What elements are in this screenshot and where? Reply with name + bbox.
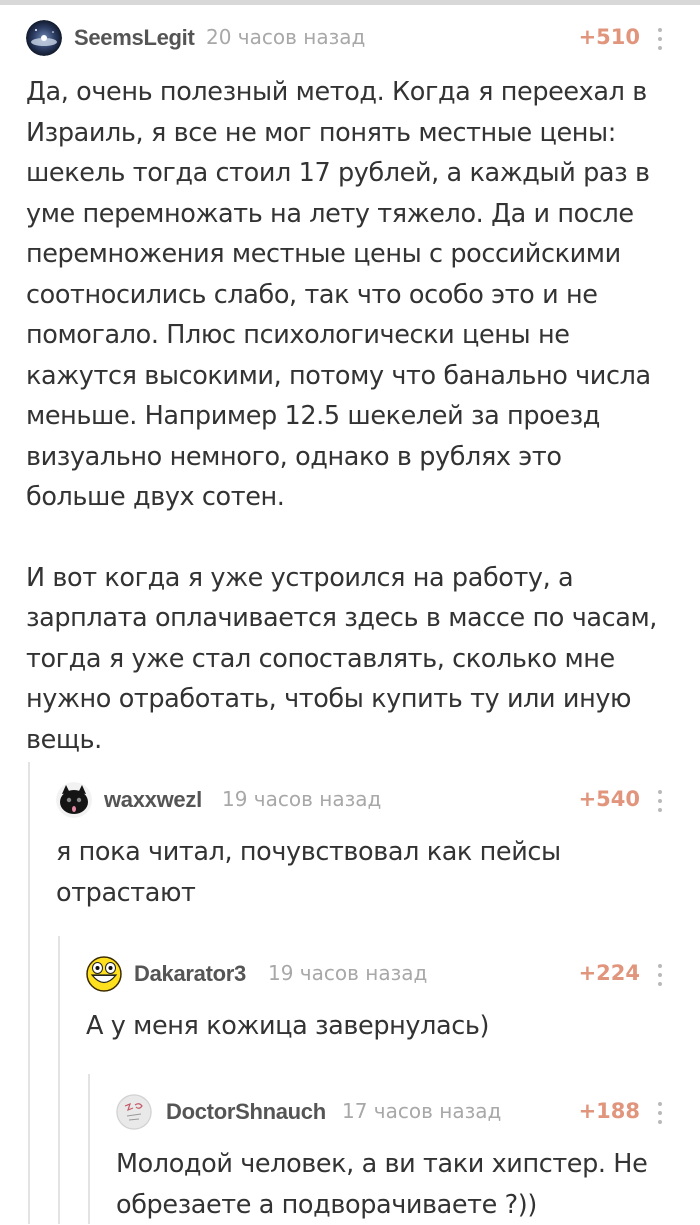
comment-text-line: Молодой человек, а ви таки хипстер. Не: [116, 1144, 676, 1185]
comment-body: А у меня кожица завернулась): [86, 1006, 676, 1047]
comment: Dakarator3 19 часов назад +224 А у меня …: [86, 956, 676, 1047]
comment-author[interactable]: Dakarator3: [134, 961, 246, 987]
comment-text-line: отрастают: [56, 873, 676, 914]
comment-text-line: помогало. Плюс психологически цены не: [26, 315, 676, 356]
comment-text-line: И вот когда я уже устроился на работу, а: [26, 558, 676, 599]
sketch-avatar-icon[interactable]: [116, 1094, 152, 1130]
more-options-icon[interactable]: [656, 790, 664, 812]
comment-author[interactable]: DoctorShnauch: [166, 1099, 326, 1125]
comment-rating: +188: [579, 1099, 640, 1123]
comment-text-line: зарплата оплачивается здесь в массе по ч…: [26, 598, 676, 639]
comment-text-line: Израиль, я все не мог понять местные цен…: [26, 113, 676, 154]
comment-text-line: А у меня кожица завернулась): [86, 1006, 676, 1047]
comment-rating: +510: [579, 25, 640, 49]
comment-rating: +224: [579, 961, 640, 985]
comment-time[interactable]: 19 часов назад: [268, 961, 427, 985]
comment-paragraph: Молодой человек, а ви таки хипстер. Необ…: [116, 1144, 676, 1225]
thread-line-level-3[interactable]: [88, 1074, 90, 1224]
galaxy-avatar-icon[interactable]: [26, 20, 62, 56]
more-options-icon[interactable]: [656, 1102, 664, 1124]
comment-paragraph: я пока читал, почувствовал как пейсыотра…: [56, 832, 676, 913]
comment: waxxwezl 19 часов назад +540 я пока чита…: [56, 782, 676, 913]
comment: SeemsLegit 20 часов назад +510 Да, очень…: [26, 20, 676, 760]
comment-paragraph: И вот когда я уже устроился на работу, а…: [26, 558, 676, 761]
comment-text-line: больше двух сотен.: [26, 477, 676, 518]
comment-text-line: тогда я уже стал сопоставлять, сколько м…: [26, 639, 676, 680]
thread-line-level-2[interactable]: [58, 936, 60, 1224]
comment-text-line: визуально немного, однако в рублях это: [26, 437, 676, 478]
comment-body: Да, очень полезный метод. Когда я переех…: [26, 72, 676, 760]
comment-body: Молодой человек, а ви таки хипстер. Необ…: [116, 1144, 676, 1225]
comment-rating: +540: [579, 787, 640, 811]
comment-header: DoctorShnauch 17 часов назад +188: [116, 1094, 676, 1130]
comment-text-line: я пока читал, почувствовал как пейсы: [56, 832, 676, 873]
comment-text-line: обрезаете а подворачиваете ?)): [116, 1185, 676, 1225]
comment-header: Dakarator3 19 часов назад +224: [86, 956, 676, 992]
comment-time[interactable]: 17 часов назад: [342, 1099, 501, 1123]
black-cat-avatar-icon[interactable]: [56, 782, 92, 818]
comment-body: я пока читал, почувствовал как пейсыотра…: [56, 832, 676, 913]
comment-header: SeemsLegit 20 часов назад +510: [26, 20, 676, 56]
comment-paragraph: Да, очень полезный метод. Когда я переех…: [26, 72, 676, 518]
comment-text-line: уме перемножать на лету тяжело. Да и пос…: [26, 194, 676, 235]
comment-text-line: перемножения местные цены с российскими: [26, 234, 676, 275]
comment-header: waxxwezl 19 часов назад +540: [56, 782, 676, 818]
more-options-icon[interactable]: [656, 28, 664, 50]
comment-paragraph: А у меня кожица завернулась): [86, 1006, 676, 1047]
epic-smiley-avatar-icon[interactable]: [86, 956, 122, 992]
comment-text-line: нужно отработать, чтобы купить ту или ин…: [26, 679, 676, 720]
comment: DoctorShnauch 17 часов назад +188 Молодо…: [116, 1094, 676, 1225]
more-options-icon[interactable]: [656, 964, 664, 986]
comment-text-line: вещь.: [26, 720, 676, 761]
comment-text-line: соотносились слабо, так что особо это и …: [26, 275, 676, 316]
comment-text-line: меньше. Например 12.5 шекелей за проезд: [26, 396, 676, 437]
thread-line-level-1[interactable]: [28, 762, 30, 1224]
comment-text-line: шекель тогда стоил 17 рублей, а каждый р…: [26, 153, 676, 194]
comment-time[interactable]: 19 часов назад: [222, 787, 381, 811]
comment-author[interactable]: SeemsLegit: [74, 25, 195, 51]
top-divider: [0, 0, 700, 5]
comment-text-line: кажутся высокими, потому что банально чи…: [26, 356, 676, 397]
comment-author[interactable]: waxxwezl: [104, 787, 202, 813]
comment-time[interactable]: 20 часов назад: [206, 25, 365, 49]
comment-text-line: Да, очень полезный метод. Когда я переех…: [26, 72, 676, 113]
